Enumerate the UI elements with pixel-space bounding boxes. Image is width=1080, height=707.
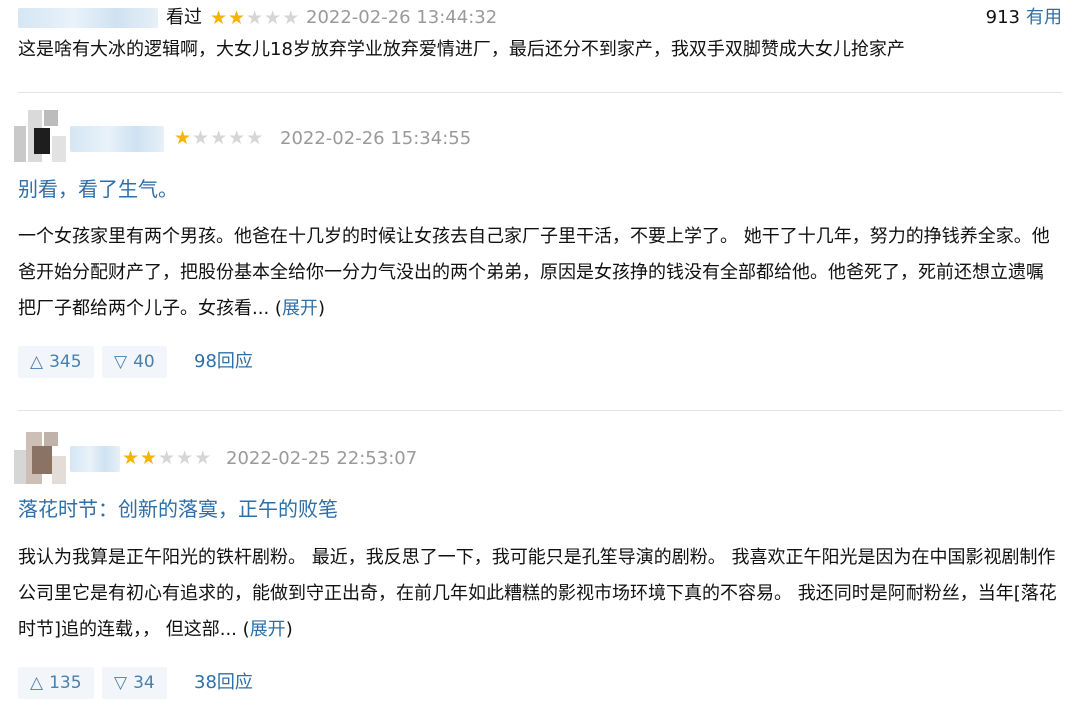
star-filled-icon: ★	[140, 447, 158, 469]
downvote-count: 34	[133, 673, 155, 693]
downvote-button[interactable]: ▽ 40	[102, 346, 167, 378]
review-text: 这是啥有大冰的逻辑啊，大女儿18岁放弃学业放弃爱情进厂，最后还分不到家产，我双手…	[18, 39, 905, 60]
star-empty-icon: ★	[228, 127, 246, 149]
useful-link[interactable]: 有用	[1026, 7, 1062, 29]
review-timestamp: 2022-02-26 15:34:55	[280, 128, 472, 149]
username-blurred[interactable]	[18, 8, 158, 28]
star-filled-icon: ★	[174, 127, 192, 149]
divider	[18, 410, 1062, 411]
rating-stars: ★ ★ ★ ★ ★	[210, 8, 299, 28]
review-text: 我认为我算是正午阳光的铁杆剧粉。 最近，我反思了一下，我可能只是孔笙导演的剧粉。…	[18, 540, 1058, 648]
star-empty-icon: ★	[158, 447, 176, 469]
replies-link[interactable]: 38回应	[194, 667, 253, 699]
useful-vote[interactable]: 913 有用	[986, 7, 1062, 29]
upvote-icon: △	[30, 673, 44, 693]
review-title-link[interactable]: 别看，看了生气。	[18, 176, 178, 202]
star-empty-icon: ★	[264, 7, 282, 29]
useful-count: 913	[985, 7, 1020, 28]
expand-link[interactable]: 展开	[282, 298, 318, 319]
watched-label: 看过	[166, 7, 202, 28]
review-body: 我认为我算是正午阳光的铁杆剧粉。 最近，我反思了一下，我可能只是孔笙导演的剧粉。…	[18, 547, 1057, 640]
upvote-button[interactable]: △ 135	[18, 667, 94, 699]
upvote-count: 135	[49, 673, 82, 693]
star-filled-icon: ★	[210, 7, 228, 29]
upvote-icon: △	[30, 352, 44, 372]
upvote-button[interactable]: △ 345	[18, 346, 94, 378]
downvote-icon: ▽	[114, 673, 128, 693]
star-filled-icon: ★	[228, 7, 246, 29]
rating-stars: ★ ★ ★ ★ ★	[174, 128, 263, 148]
avatar[interactable]	[14, 432, 66, 484]
username-blurred[interactable]	[70, 126, 164, 152]
star-empty-icon: ★	[246, 127, 264, 149]
review-timestamp: 2022-02-26 13:44:32	[306, 7, 498, 28]
expand-paren-open: (	[274, 298, 282, 319]
star-empty-icon: ★	[176, 447, 194, 469]
replies-link[interactable]: 98回应	[194, 346, 253, 378]
rating-stars: ★ ★ ★ ★ ★	[122, 448, 211, 468]
divider	[18, 92, 1062, 93]
avatar[interactable]	[14, 110, 66, 162]
review-title-link[interactable]: 落花时节：创新的落寞，正午的败笔	[18, 496, 338, 522]
downvote-count: 40	[133, 352, 155, 372]
star-empty-icon: ★	[282, 7, 300, 29]
downvote-button[interactable]: ▽ 34	[102, 667, 167, 699]
expand-paren-close: )	[317, 298, 325, 319]
expand-link[interactable]: 展开	[250, 619, 286, 640]
expand-paren-open: (	[242, 619, 250, 640]
star-empty-icon: ★	[246, 7, 264, 29]
expand-paren-close: )	[285, 619, 293, 640]
review-timestamp: 2022-02-25 22:53:07	[226, 448, 418, 469]
star-empty-icon: ★	[194, 447, 212, 469]
star-filled-icon: ★	[122, 447, 140, 469]
review-text: 一个女孩家里有两个男孩。他爸在十几岁的时候让女孩去自己家厂子里干活，不要上学了。…	[18, 219, 1058, 327]
star-empty-icon: ★	[210, 127, 228, 149]
avatar-image-icon	[14, 110, 66, 162]
username-blurred[interactable]	[70, 446, 120, 472]
star-empty-icon: ★	[192, 127, 210, 149]
upvote-count: 345	[49, 352, 82, 372]
review-body: 一个女孩家里有两个男孩。他爸在十几岁的时候让女孩去自己家厂子里干活，不要上学了。…	[18, 226, 1050, 319]
avatar-image-icon	[14, 432, 66, 484]
downvote-icon: ▽	[114, 352, 128, 372]
